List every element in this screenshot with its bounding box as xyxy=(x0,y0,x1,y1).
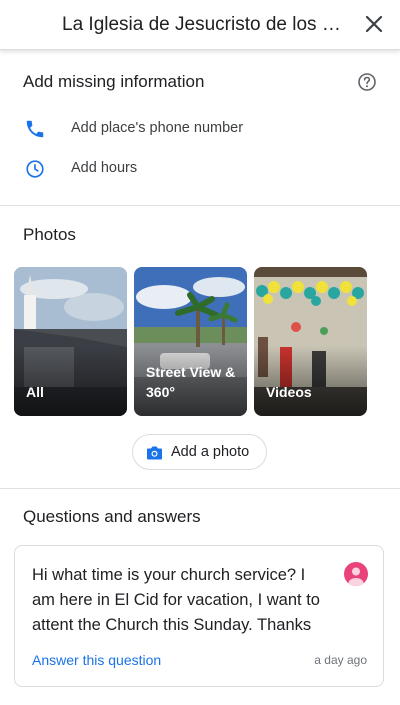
phone-icon xyxy=(26,120,44,138)
question-text: Hi what time is your church service? I a… xyxy=(32,566,320,634)
add-photo-button[interactable]: Add a photo xyxy=(132,434,267,470)
qa-title: Questions and answers xyxy=(23,507,201,526)
help-icon[interactable] xyxy=(357,72,377,92)
divider xyxy=(0,205,400,206)
place-title: La Iglesia de Jesucristo de los Santos d… xyxy=(62,14,342,35)
photo-card-videos-label: Videos xyxy=(266,384,312,400)
clock-icon xyxy=(26,160,44,178)
header: La Iglesia de Jesucristo de los Santos d… xyxy=(0,0,400,50)
photo-shade xyxy=(254,346,367,416)
missing-info-title: Add missing information xyxy=(23,72,205,91)
photo-card-street-view[interactable]: Street View & 360° xyxy=(134,267,247,416)
camera-icon xyxy=(147,446,162,460)
photo-card-all-label: All xyxy=(26,384,44,400)
answer-question-link[interactable]: Answer this question xyxy=(32,652,161,668)
question-timestamp: a day ago xyxy=(314,653,367,667)
avatar[interactable] xyxy=(344,562,368,586)
photo-card-all[interactable]: All xyxy=(14,267,127,416)
photo-shade xyxy=(14,346,127,416)
photo-card-street-view-label: Street View & 360° xyxy=(146,364,236,400)
add-phone-label: Add place's phone number xyxy=(71,120,244,136)
add-hours-row[interactable]: Add hours xyxy=(0,151,400,187)
divider xyxy=(0,488,400,489)
close-icon xyxy=(365,15,383,33)
add-phone-row[interactable]: Add place's phone number xyxy=(0,111,400,147)
photo-card-videos[interactable]: Videos xyxy=(254,267,367,416)
person-icon xyxy=(348,567,364,586)
question-card: Hi what time is your church service? I a… xyxy=(14,545,384,687)
photos-title: Photos xyxy=(23,225,76,244)
add-hours-label: Add hours xyxy=(71,160,138,176)
add-photo-label: Add a photo xyxy=(171,444,250,460)
close-button[interactable] xyxy=(360,10,388,38)
